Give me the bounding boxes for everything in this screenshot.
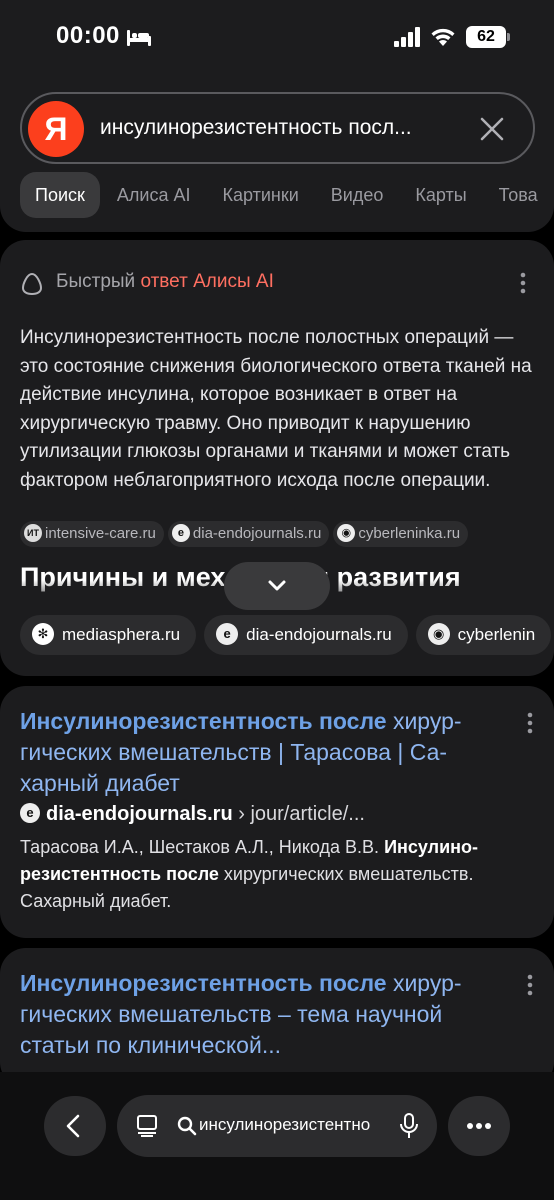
quick-answer-text: Инсулинорезистентность после полостных о…: [20, 327, 532, 491]
omnibox-text[interactable]: инсулинорезистентно: [199, 1115, 381, 1135]
tab-search[interactable]: Поиск: [20, 172, 100, 218]
cyberleninka-icon: ◉: [427, 623, 450, 646]
quick-answer-card: Быстрый ответ Алисы AI Инсулинорезистент…: [0, 240, 554, 676]
more-sources: ✻ mediasphera.ru e dia-endojournals.ru ◉ cybe…: [20, 615, 554, 655]
tab-alice-ai[interactable]: Алиса AI: [102, 172, 206, 218]
source-chip-mediasphera[interactable]: ✻ mediasphera.ru: [20, 615, 197, 655]
tab-video[interactable]: Видео: [316, 172, 399, 218]
search-header: Я инсулинорезистентность посл... Поиск Ал…: [0, 80, 554, 232]
chevron-left-icon: [66, 1114, 80, 1138]
tab-products[interactable]: Това: [484, 172, 553, 218]
kebab-menu-icon[interactable]: [520, 272, 526, 294]
source-chip-cyberleninka[interactable]: ◉ cyberleninka.ru: [333, 521, 469, 547]
source-chip-intensive-care[interactable]: ИТ intensive-care.ru: [20, 521, 164, 547]
back-button[interactable]: [44, 1096, 106, 1156]
intensive-care-icon: ИТ: [24, 523, 42, 542]
kebab-menu-icon[interactable]: [527, 712, 533, 734]
tabs-icon[interactable]: [135, 1113, 159, 1137]
result-title-link[interactable]: Инсулинорезистентность после хирур-гичес…: [20, 706, 515, 799]
cyberleninka-icon: ◉: [337, 523, 356, 542]
search-result: Инсулинорезистентность после хирур-гичес…: [0, 686, 554, 938]
more-dots-icon: [467, 1123, 491, 1129]
search-tabs: Поиск Алиса AI Картинки Видео Карты Това: [20, 172, 554, 220]
result-snippet: Тарасова И.А., Шестаков А.Л., Никода В.В…: [20, 837, 479, 911]
more-options-icon[interactable]: [521, 513, 527, 535]
quick-answer-header: Быстрый ответ Алисы AI: [56, 271, 274, 292]
source-chip-dia-endojournals[interactable]: e dia-endojournals.ru: [204, 615, 408, 655]
battery-indicator: 62: [466, 26, 510, 48]
source-chip-cyberleninka[interactable]: ◉ cyberlenin: [415, 615, 552, 655]
mediasphera-icon: ✻: [32, 623, 54, 646]
result-url[interactable]: e dia-endojournals.ru › jour/article/...: [20, 803, 365, 826]
alice-icon: [21, 272, 43, 296]
answer-sources: ИТ intensive-care.ru e dia-endojournals.ru ◉…: [20, 521, 472, 547]
cellular-signal-icon: [394, 27, 420, 47]
status-time: 00:00: [56, 22, 120, 49]
status-bar: 00:00 62: [0, 0, 554, 80]
sleep-mode-icon: [127, 30, 151, 46]
more-button[interactable]: [448, 1096, 510, 1156]
tab-maps[interactable]: Карты: [400, 172, 481, 218]
bottom-navigation-bar: инсулинорезистентно: [0, 1072, 554, 1200]
search-input[interactable]: Я инсулинорезистентность посл...: [20, 92, 535, 164]
dia-endojournals-icon: e: [216, 623, 239, 646]
microphone-icon[interactable]: [399, 1112, 419, 1140]
site-favicon-icon: e: [20, 803, 40, 824]
dia-endojournals-icon: e: [171, 523, 190, 542]
search-icon: [177, 1116, 197, 1136]
result-title-link[interactable]: Инсулинорезистентность после хирур-гичес…: [20, 968, 515, 1061]
omnibox[interactable]: инсулинорезистентно: [117, 1095, 437, 1157]
chevron-down-icon: [268, 580, 286, 591]
expand-answer-button[interactable]: [224, 562, 330, 610]
close-icon[interactable]: [479, 116, 505, 142]
search-result: Инсулинорезистентность после хирур-гичес…: [0, 948, 554, 1088]
kebab-menu-icon[interactable]: [527, 974, 533, 996]
yandex-logo[interactable]: Я: [28, 101, 84, 157]
search-query-text[interactable]: инсулинорезистентность посл...: [100, 116, 480, 140]
tab-images[interactable]: Картинки: [207, 172, 313, 218]
wifi-icon: [431, 28, 455, 46]
source-chip-dia-endojournals[interactable]: e dia-endojournals.ru: [167, 521, 330, 547]
